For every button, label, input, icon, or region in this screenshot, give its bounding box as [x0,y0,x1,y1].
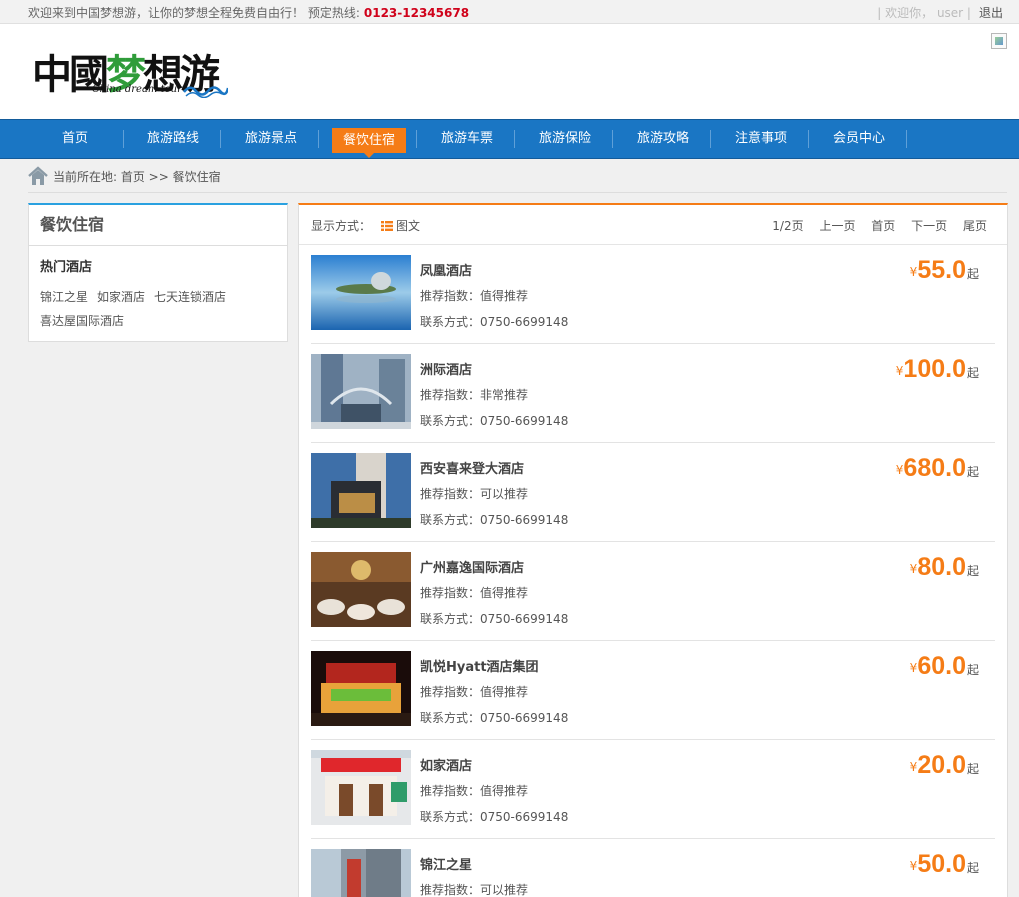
hotel-contact: 联系方式：0750-6699148 [420,810,569,824]
hotel-row: 广州嘉逸国际酒店 推荐指数：值得推荐 联系方式：0750-6699148 ¥80… [311,542,995,641]
hotel-thumbnail[interactable] [311,453,411,528]
list-view-icon[interactable] [381,221,394,231]
hotel-name[interactable]: 如家酒店 [420,755,472,774]
main-nav: 首页 旅游路线 旅游景点 餐饮住宿 旅游车票 旅游保险 旅游攻略 注意事项 会员… [0,119,1019,159]
last-page-link[interactable]: 尾页 [963,219,987,233]
hotel-thumbnail[interactable] [311,255,411,330]
nav-divider [808,130,809,148]
hotel-name[interactable]: 锦江之星 [420,854,472,873]
nav-item-notes[interactable]: 注意事项 [730,120,792,158]
hotel-thumbnail[interactable] [311,354,411,429]
hotel-contact: 联系方式：0750-6699148 [420,414,569,428]
hotel-contact: 联系方式：0750-6699148 [420,315,569,329]
hotel-price: ¥55.0起 [909,256,979,284]
user-greeting: | 欢迎你， user | [877,6,971,20]
nav-divider [220,130,221,148]
nav-item-guides[interactable]: 旅游攻略 [632,120,694,158]
nav-divider [318,130,319,148]
hotel-row: 凯悦Hyatt酒店集团 推荐指数：值得推荐 联系方式：0750-6699148 … [311,641,995,740]
welcome-text: 欢迎来到中国梦想游，让你的梦想全程免费自由行！ 预定热线: [28,6,360,20]
hotel-price: ¥60.0起 [909,652,979,680]
hot-hotel-links: 锦江之星 如家酒店 七天连锁酒店 喜达屋国际酒店 [40,285,279,333]
hot-hotel-link[interactable]: 锦江之星 [40,290,88,304]
hot-hotel-link[interactable]: 喜达屋国际酒店 [40,314,124,328]
hotel-recommendation: 推荐指数：可以推荐 [420,883,529,897]
nav-item-members[interactable]: 会员中心 [828,120,890,158]
prev-page-link[interactable]: 上一页 [819,219,855,233]
hotel-recommendation: 推荐指数：值得推荐 [420,784,529,798]
hotel-row: 如家酒店 推荐指数：值得推荐 联系方式：0750-6699148 ¥20.0起 [311,740,995,839]
nav-divider [123,130,124,148]
display-mode-label: 显示方式： [311,219,372,233]
nav-divider [710,130,711,148]
hot-hotel-link[interactable]: 如家酒店 [97,290,145,304]
pagination: 1/2页 上一页 首页 下一页 尾页 [772,217,987,234]
nav-divider [906,130,907,148]
hotel-name[interactable]: 广州嘉逸国际酒店 [420,557,524,576]
hotel-recommendation: 推荐指数：值得推荐 [420,289,529,303]
display-mode-value[interactable]: 图文 [396,219,420,233]
home-icon [28,166,48,185]
display-mode: 显示方式： 图文 [311,217,420,234]
logo-wave-icon [183,86,228,98]
hotel-name[interactable]: 凤凰酒店 [420,260,472,279]
logout-link[interactable]: 退出 [979,6,1003,20]
nav-item-home[interactable]: 首页 [55,120,95,158]
logo-subtitle: China dream tour [92,84,182,95]
hotel-price: ¥80.0起 [909,553,979,581]
hot-hotel-link[interactable]: 七天连锁酒店 [154,290,226,304]
nav-item-insurance[interactable]: 旅游保险 [534,120,596,158]
site-logo[interactable]: 中國梦想游 China dream tour [32,38,232,104]
hotel-list-panel: 显示方式： 图文 1/2页 上一页 首页 下一页 尾页 凤凰酒店 推荐指数：值得推… [298,203,1008,897]
nav-divider [612,130,613,148]
nav-item-sights[interactable]: 旅游景点 [240,120,302,158]
hotel-recommendation: 推荐指数：非常推荐 [420,388,529,402]
nav-item-hotels[interactable]: 餐饮住宿 [332,128,406,158]
hotel-name[interactable]: 西安喜来登大酒店 [420,458,524,477]
header: 中國梦想游 China dream tour [0,24,1019,119]
hotel-row: 西安喜来登大酒店 推荐指数：可以推荐 联系方式：0750-6699148 ¥68… [311,443,995,542]
nav-item-tickets[interactable]: 旅游车票 [436,120,498,158]
hotel-row: 洲际酒店 推荐指数：非常推荐 联系方式：0750-6699148 ¥100.0起 [311,344,995,443]
nav-item-hotels-label: 餐饮住宿 [342,133,395,148]
hotel-recommendation: 推荐指数：可以推荐 [420,487,529,501]
broken-image-icon [991,33,1007,49]
sidebar-subtitle: 热门酒店 [40,260,93,275]
hotel-thumbnail[interactable] [311,552,411,627]
active-arrow-icon [364,153,374,158]
page-info: 1/2页 [772,219,804,233]
welcome-message: 欢迎来到中国梦想游，让你的梦想全程免费自由行！ 预定热线: 0123-123456… [28,4,469,21]
hotel-price: ¥50.0起 [909,850,979,878]
hotel-contact: 联系方式：0750-6699148 [420,513,569,527]
list-toolbar: 显示方式： 图文 1/2页 上一页 首页 下一页 尾页 [299,205,1007,245]
hotel-recommendation: 推荐指数：值得推荐 [420,685,529,699]
hotel-contact: 联系方式：0750-6699148 [420,612,569,626]
user-area: | 欢迎你， user | 退出 [877,4,1003,21]
first-page-link[interactable]: 首页 [871,219,895,233]
hotel-name[interactable]: 洲际酒店 [420,359,472,378]
nav-divider [514,130,515,148]
hotel-contact: 联系方式：0750-6699148 [420,711,569,725]
hotel-recommendation: 推荐指数：值得推荐 [420,586,529,600]
nav-divider [416,130,417,148]
hotel-row: 凤凰酒店 推荐指数：值得推荐 联系方式：0750-6699148 ¥55.0起 [311,245,995,344]
hotel-row: 锦江之星 推荐指数：可以推荐 联系方式：0750-6699148 ¥50.0起 [311,839,995,897]
nav-item-routes[interactable]: 旅游路线 [142,120,204,158]
sidebar: 餐饮住宿 热门酒店 锦江之星 如家酒店 七天连锁酒店 喜达屋国际酒店 [28,203,288,342]
top-bar: 欢迎来到中国梦想游，让你的梦想全程免费自由行！ 预定热线: 0123-123456… [0,0,1019,24]
hotel-thumbnail[interactable] [311,651,411,726]
hotline-number: 0123-12345678 [363,6,470,20]
hotel-thumbnail[interactable] [311,849,411,897]
next-page-link[interactable]: 下一页 [911,219,947,233]
breadcrumb: 当前所在地: 首页 >> 餐饮住宿 [28,163,1007,193]
hotel-thumbnail[interactable] [311,750,411,825]
hotel-price: ¥100.0起 [895,355,979,383]
hotel-price: ¥680.0起 [895,454,979,482]
breadcrumb-text: 当前所在地: 首页 >> 餐饮住宿 [53,170,221,184]
sidebar-title: 餐饮住宿 [29,205,287,246]
hotel-name[interactable]: 凯悦Hyatt酒店集团 [420,656,539,675]
hotel-price: ¥20.0起 [909,751,979,779]
